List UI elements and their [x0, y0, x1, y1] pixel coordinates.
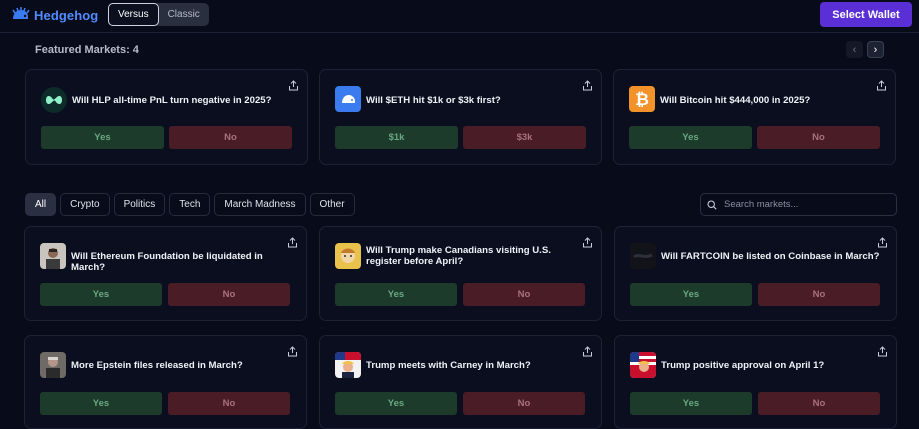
bitcoin-icon: ₿	[629, 86, 655, 112]
search-input[interactable]	[724, 199, 884, 210]
market-question: Trump positive approval on April 1?	[661, 360, 825, 371]
share-icon[interactable]	[877, 237, 888, 248]
market-question: Will HLP all-time PnL turn negative in 2…	[72, 95, 272, 106]
yes-button[interactable]: Yes	[630, 392, 752, 415]
share-icon[interactable]	[582, 346, 593, 357]
featured-card: Will HLP all-time PnL turn negative in 2…	[25, 69, 308, 165]
market-card: Will Ethereum Foundation be liquidated i…	[24, 226, 307, 321]
no-button[interactable]: No	[758, 392, 880, 415]
market-question: Will FARTCOIN be listed on Coinbase in M…	[661, 251, 880, 262]
fartcoin-icon	[630, 243, 656, 269]
no-button[interactable]: No	[168, 283, 290, 306]
market-question: Will Trump make Canadians visiting U.S. …	[366, 245, 551, 267]
featured-card: ₿ Will Bitcoin hit $444,000 in 2025? Yes…	[613, 69, 896, 165]
no-button[interactable]: $3k	[463, 126, 586, 149]
market-question: Will Ethereum Foundation be liquidated i…	[71, 251, 263, 273]
mode-toggle: Versus Classic	[108, 3, 209, 26]
filter-other[interactable]: Other	[309, 193, 355, 216]
chevron-right-icon[interactable]: ›	[867, 41, 884, 58]
logo-text: Hedgehog	[34, 7, 99, 23]
no-button[interactable]: No	[168, 392, 290, 415]
no-button[interactable]: No	[463, 283, 585, 306]
featured-markets-title: Featured Markets: 4	[35, 44, 139, 56]
filter-tech[interactable]: Tech	[169, 193, 211, 216]
featured-pager: ‹ ›	[846, 41, 884, 58]
person-photo-icon	[40, 352, 66, 378]
person-photo-icon	[40, 243, 66, 269]
share-icon[interactable]	[287, 346, 298, 357]
no-button[interactable]: No	[758, 283, 880, 306]
category-filters: All Crypto Politics Tech March Madness O…	[25, 193, 355, 216]
yes-button[interactable]: Yes	[335, 392, 457, 415]
yes-button[interactable]: Yes	[630, 283, 752, 306]
filter-politics[interactable]: Politics	[113, 193, 166, 216]
mode-versus-button[interactable]: Versus	[108, 3, 159, 26]
market-card: Trump positive approval on April 1? Yes …	[614, 335, 897, 429]
mode-classic-button[interactable]: Classic	[159, 3, 209, 26]
trump-flag-icon	[335, 352, 361, 378]
market-card: Trump meets with Carney in March? Yes No	[319, 335, 602, 429]
market-card: Will Trump make Canadians visiting U.S. …	[319, 226, 602, 321]
share-icon[interactable]	[582, 80, 593, 91]
filter-all[interactable]: All	[25, 193, 57, 216]
share-icon[interactable]	[287, 237, 298, 248]
hedgehog-icon	[335, 86, 361, 112]
no-button[interactable]: No	[463, 392, 585, 415]
no-button[interactable]: No	[169, 126, 292, 149]
market-card: Will FARTCOIN be listed on Coinbase in M…	[614, 226, 897, 321]
top-bar: Hedgehog Versus Classic Select Wallet	[0, 0, 919, 33]
filter-march-madness[interactable]: March Madness	[214, 193, 306, 216]
share-icon[interactable]	[288, 80, 299, 91]
yes-button[interactable]: Yes	[335, 283, 457, 306]
yes-button[interactable]: Yes	[629, 126, 752, 149]
yes-button[interactable]: Yes	[40, 392, 162, 415]
market-question: Will $ETH hit $1k or $3k first?	[366, 95, 501, 106]
svg-text:₿: ₿	[635, 90, 649, 109]
featured-card: Will $ETH hit $1k or $3k first? $1k $3k	[319, 69, 602, 165]
search-box	[700, 193, 897, 216]
share-icon[interactable]	[877, 346, 888, 357]
market-card: More Epstein files released in March? Ye…	[24, 335, 307, 429]
market-question: Trump meets with Carney in March?	[366, 360, 531, 371]
filter-crypto[interactable]: Crypto	[60, 193, 110, 216]
yes-button[interactable]: $1k	[335, 126, 458, 149]
select-wallet-button[interactable]: Select Wallet	[820, 2, 912, 27]
chevron-left-icon[interactable]: ‹	[846, 41, 863, 58]
share-icon[interactable]	[876, 80, 887, 91]
hyperliquid-icon	[41, 87, 67, 113]
logo[interactable]: Hedgehog	[11, 7, 98, 23]
yes-button[interactable]: Yes	[40, 283, 162, 306]
market-question: More Epstein files released in March?	[71, 360, 243, 371]
yes-button[interactable]: Yes	[41, 126, 164, 149]
market-question: Will Bitcoin hit $444,000 in 2025?	[660, 95, 811, 106]
no-button[interactable]: No	[757, 126, 880, 149]
search-icon	[707, 199, 717, 210]
cartoon-icon	[335, 243, 361, 269]
hedgehog-logo-icon	[12, 7, 30, 19]
trump-flag-icon	[630, 352, 656, 378]
